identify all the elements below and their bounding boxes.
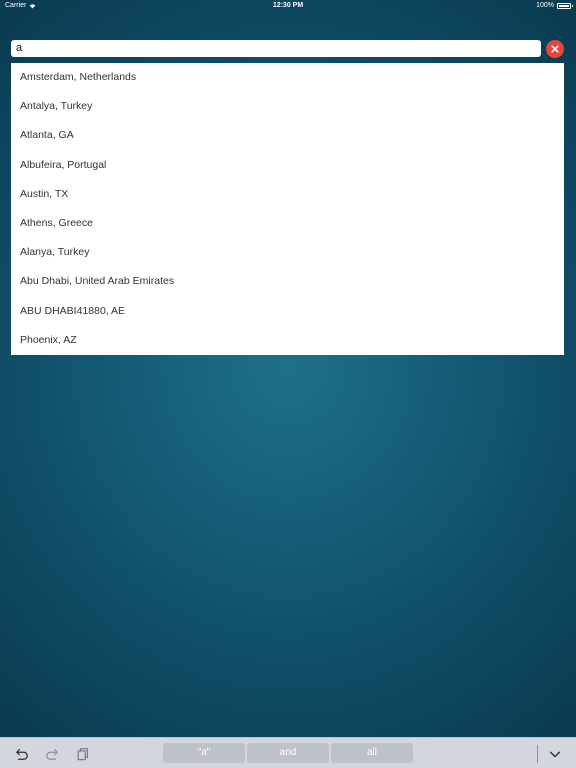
suggestion-item[interactable]: Abu Dhabi, United Arab Emirates xyxy=(11,267,564,296)
status-time: 12:30 PM xyxy=(272,2,304,9)
battery-percent: 100% xyxy=(536,2,554,9)
redo-icon xyxy=(46,749,58,760)
suggestion-item[interactable]: Amsterdam, Netherlands xyxy=(11,63,564,92)
prediction-2[interactable]: and xyxy=(247,743,329,763)
dismiss-keyboard-button[interactable] xyxy=(547,746,563,762)
status-bar: Carrier 12:30 PM 100% xyxy=(0,0,576,12)
suggestion-item[interactable]: Alanya, Turkey xyxy=(11,238,564,267)
suggestion-item[interactable]: Antalya, Turkey xyxy=(11,92,564,121)
paste-button[interactable] xyxy=(75,746,91,762)
suggestion-item[interactable]: Phoenix, AZ xyxy=(11,326,564,355)
undo-icon xyxy=(16,749,28,760)
suggestion-item[interactable]: Albufeira, Portugal xyxy=(11,151,564,180)
suggestions-list: Amsterdam, Netherlands Antalya, Turkey A… xyxy=(11,63,564,355)
suggestion-item[interactable]: Atlanta, GA xyxy=(11,121,564,150)
chevron-down-icon xyxy=(549,751,561,758)
battery-info: 100% xyxy=(536,0,573,12)
prediction-3[interactable]: all xyxy=(331,743,413,763)
clear-search-button[interactable] xyxy=(546,40,564,58)
keyboard-toolbar: "a" and all xyxy=(0,737,576,768)
suggestion-item[interactable]: Athens, Greece xyxy=(11,209,564,238)
paste-icon xyxy=(77,748,88,761)
toolbar-divider xyxy=(537,745,538,763)
search-input[interactable] xyxy=(11,40,541,57)
undo-button[interactable] xyxy=(14,746,30,762)
suggestion-item[interactable]: Austin, TX xyxy=(11,180,564,209)
close-icon xyxy=(551,45,559,53)
battery-icon xyxy=(557,3,573,9)
prediction-1[interactable]: "a" xyxy=(163,743,245,763)
suggestion-item[interactable]: ABU DHABI41880, AE xyxy=(11,297,564,326)
redo-button[interactable] xyxy=(44,746,60,762)
